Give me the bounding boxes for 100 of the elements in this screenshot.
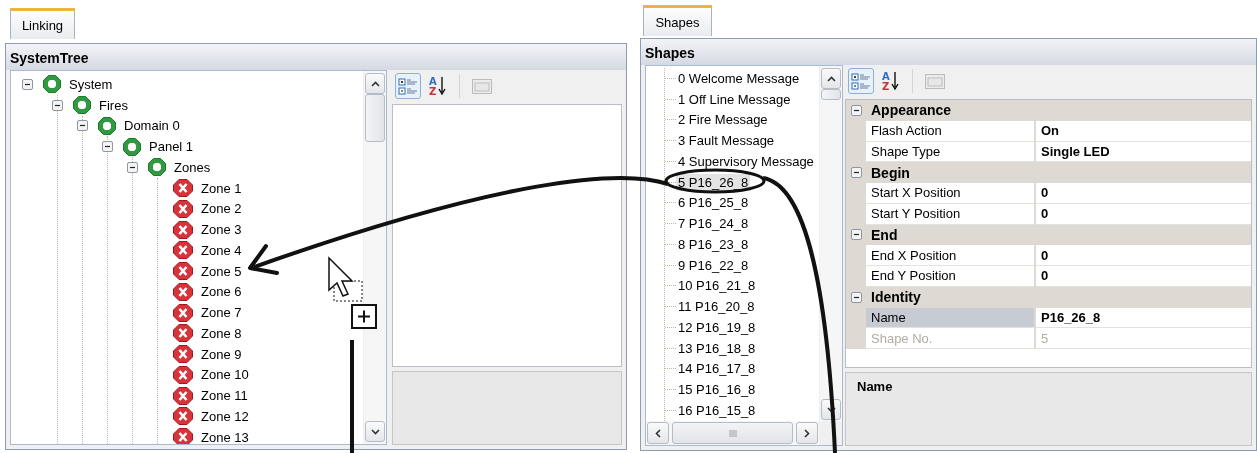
- list-item[interactable]: 13 P16_18_8: [676, 339, 758, 357]
- scroll-up-button[interactable]: [365, 73, 385, 94]
- property-value[interactable]: 0: [1036, 245, 1251, 266]
- tree-item[interactable]: Zone 4: [201, 242, 242, 258]
- list-item[interactable]: 10 P16_21_8: [676, 277, 758, 295]
- error-x-icon: [173, 386, 193, 405]
- property-name[interactable]: Name: [866, 307, 1034, 329]
- property-value[interactable]: On: [1036, 120, 1251, 142]
- list-item[interactable]: 6 P16_25_8: [676, 194, 751, 212]
- scroll-thumb[interactable]: [365, 94, 385, 142]
- error-x-icon: [173, 324, 193, 343]
- list-item[interactable]: 5 P16_26_8: [676, 173, 751, 191]
- tree-item[interactable]: Zone 13: [201, 429, 249, 444]
- property-pages-icon: [472, 76, 492, 96]
- tree-item[interactable]: Fires: [99, 97, 128, 113]
- collapse-icon[interactable]: [52, 99, 63, 111]
- collapse-icon[interactable]: [77, 120, 88, 132]
- list-item[interactable]: 15 P16_16_8: [676, 381, 758, 399]
- property-value[interactable]: 0: [1036, 203, 1251, 225]
- tab[interactable]: Shapes: [643, 5, 712, 36]
- property-name[interactable]: Shape Type: [866, 141, 1034, 163]
- property-name[interactable]: Flash Action: [866, 120, 1034, 142]
- tree-item[interactable]: Zone 5: [201, 263, 242, 279]
- property-name[interactable]: Start Y Position: [866, 203, 1034, 225]
- octagon-icon: [148, 158, 166, 177]
- scroll-left-button[interactable]: [647, 422, 669, 444]
- chevron-left-icon: [655, 428, 661, 438]
- list-item[interactable]: 16 P16_15_8: [676, 401, 758, 419]
- property-value[interactable]: P16_26_8: [1036, 307, 1251, 329]
- property-name[interactable]: End Y Position: [866, 266, 1034, 287]
- octagon-icon: [98, 116, 116, 135]
- property-pages-icon: [925, 71, 945, 91]
- property-name[interactable]: Start X Position: [866, 183, 1034, 204]
- scroll-right-button[interactable]: [796, 422, 818, 444]
- tree-item[interactable]: Panel 1: [149, 139, 194, 155]
- property-value[interactable]: Single LED: [1036, 141, 1251, 163]
- panel-title: SystemTree: [6, 44, 626, 70]
- list-item[interactable]: 14 P16_17_8: [676, 360, 758, 378]
- error-x-icon: [173, 365, 193, 384]
- tree-item[interactable]: Zone 8: [201, 325, 242, 341]
- list-item[interactable]: 3 Fault Message: [676, 132, 777, 150]
- list-item[interactable]: 4 Supervisory Message: [676, 152, 816, 170]
- list-item[interactable]: 7 P16_24_8: [676, 215, 751, 233]
- octagon-icon: [73, 96, 91, 115]
- collapse-icon[interactable]: [850, 291, 862, 303]
- tab[interactable]: Linking: [10, 8, 75, 39]
- description-title: Name: [856, 378, 894, 394]
- chevron-up-icon: [370, 80, 380, 87]
- chevron-up-icon: [826, 75, 836, 82]
- collapse-icon[interactable]: [22, 78, 33, 90]
- tree-item[interactable]: Zones: [174, 159, 211, 175]
- list-item[interactable]: 2 Fire Message: [676, 111, 770, 129]
- scroll-up-button[interactable]: [821, 68, 841, 89]
- category-label: End: [870, 226, 898, 243]
- categorized-view-icon: [398, 76, 418, 96]
- categorized-view-button[interactable]: [395, 73, 421, 99]
- scroll-thumb[interactable]: [672, 422, 793, 444]
- tree-item[interactable]: Zone 2: [201, 201, 242, 217]
- property-name[interactable]: End X Position: [866, 245, 1034, 266]
- tree-item[interactable]: Zone 6: [201, 284, 242, 300]
- error-x-icon: [173, 282, 193, 301]
- error-x-icon: [173, 241, 193, 260]
- collapse-icon[interactable]: [850, 229, 862, 241]
- collapse-icon[interactable]: [850, 167, 862, 179]
- property-value[interactable]: 0: [1036, 183, 1251, 204]
- tree-item[interactable]: Zone 7: [201, 305, 242, 321]
- tree-item[interactable]: Domain 0: [124, 118, 180, 134]
- property-value: 5: [1036, 328, 1251, 349]
- panel-title: Shapes: [641, 39, 1256, 65]
- scrollbar[interactable]: [819, 66, 842, 421]
- tree-item[interactable]: Zone 12: [201, 408, 249, 424]
- list-item[interactable]: 1 Off Line Message: [676, 90, 793, 108]
- list-item[interactable]: 0 Welcome Message: [676, 69, 802, 87]
- tree-item[interactable]: Zone 10: [201, 367, 249, 383]
- collapse-icon[interactable]: [850, 104, 862, 116]
- drag-copy-cursor-icon: [328, 256, 377, 329]
- error-x-icon: [173, 345, 193, 364]
- categorized-view-button[interactable]: [848, 68, 874, 94]
- scrollbar[interactable]: [363, 71, 386, 444]
- chevron-right-icon: [804, 428, 810, 438]
- error-x-icon: [173, 220, 193, 239]
- list-item[interactable]: 9 P16_22_8: [676, 256, 751, 274]
- list-item[interactable]: 11 P16_20_8: [676, 298, 757, 316]
- collapse-icon[interactable]: [127, 161, 138, 173]
- tree-item[interactable]: Zone 3: [201, 222, 242, 238]
- scrollbar[interactable]: [646, 421, 819, 445]
- octagon-icon: [43, 75, 61, 94]
- tree-item[interactable]: Zone 9: [201, 346, 242, 362]
- list-item[interactable]: 8 P16_23_8: [676, 235, 751, 253]
- error-x-icon: [173, 407, 193, 426]
- collapse-icon[interactable]: [102, 141, 113, 153]
- tree-item[interactable]: Zone 11: [201, 388, 248, 404]
- property-value[interactable]: 0: [1036, 266, 1251, 287]
- error-x-icon: [173, 262, 193, 281]
- tree-item[interactable]: System: [69, 76, 113, 92]
- tree-item[interactable]: Zone 1: [201, 180, 242, 196]
- list-item[interactable]: 12 P16_19_8: [676, 318, 758, 336]
- category-label: Identity: [870, 289, 921, 306]
- scroll-thumb[interactable]: [821, 89, 841, 100]
- error-x-icon: [173, 303, 193, 322]
